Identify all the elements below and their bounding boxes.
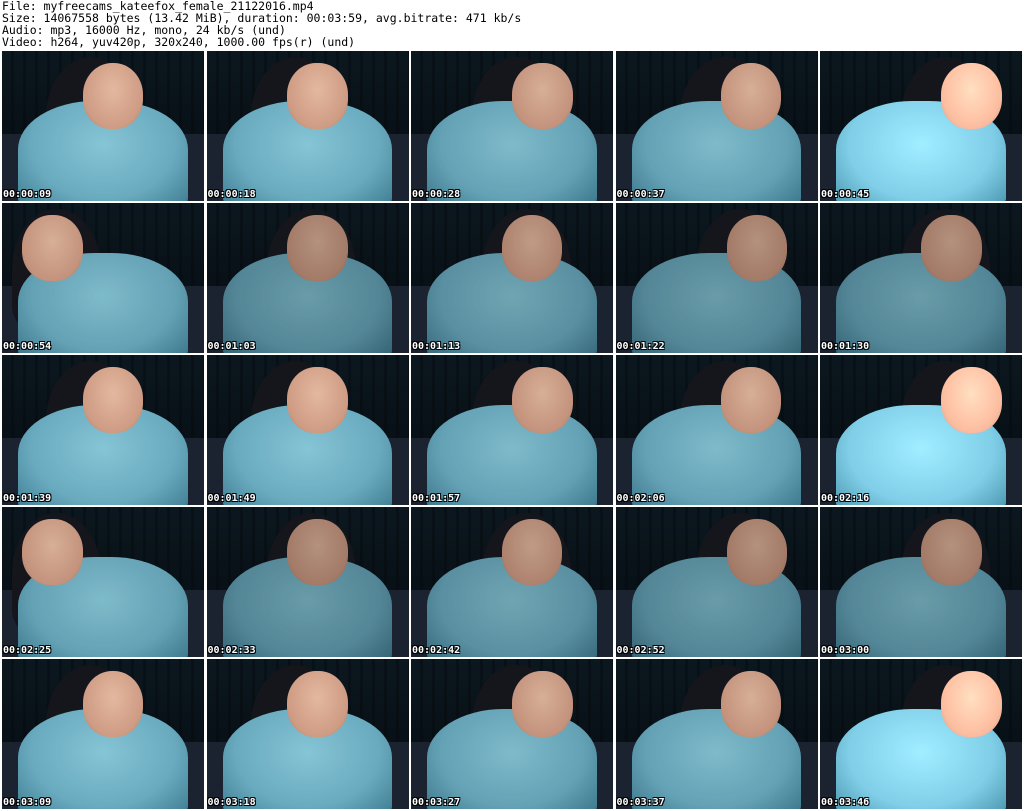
video-thumbnail: 00:02:06 xyxy=(615,355,818,505)
video-thumbnail: 00:02:33 xyxy=(206,507,409,657)
video-thumbnail: 00:00:37 xyxy=(615,51,818,201)
face-shape xyxy=(22,215,83,281)
face-shape xyxy=(82,367,144,433)
sweater-shape xyxy=(427,100,597,201)
face-shape xyxy=(726,519,788,585)
video-thumbnail: 00:03:09 xyxy=(2,659,204,809)
face-shape xyxy=(921,215,982,281)
video-thumbnail: 00:01:22 xyxy=(615,203,818,353)
video-thumbnail: 00:01:57 xyxy=(411,355,613,505)
timestamp-label: 00:02:06 xyxy=(616,493,665,504)
video-thumbnail: 00:00:09 xyxy=(2,51,204,201)
video-thumbnail: 00:02:25 xyxy=(2,507,204,657)
timestamp-label: 00:02:52 xyxy=(616,645,665,656)
timestamp-label: 00:00:18 xyxy=(207,189,256,200)
timestamp-label: 00:01:57 xyxy=(412,493,461,504)
video-thumbnail: 00:03:37 xyxy=(615,659,818,809)
face-shape xyxy=(22,519,83,585)
video-thumbnail: 00:03:00 xyxy=(820,507,1022,657)
face-shape xyxy=(82,671,144,737)
timestamp-label: 00:00:09 xyxy=(3,189,52,200)
face-shape xyxy=(287,671,348,737)
timestamp-label: 00:03:00 xyxy=(821,645,870,656)
face-shape xyxy=(941,367,1002,433)
timestamp-label: 00:01:13 xyxy=(412,341,461,352)
video-thumbnail: 00:01:49 xyxy=(206,355,409,505)
timestamp-label: 00:02:25 xyxy=(3,645,52,656)
face-shape xyxy=(287,519,348,585)
timestamp-label: 00:01:39 xyxy=(3,493,52,504)
sweater-shape xyxy=(836,252,1006,353)
face-shape xyxy=(720,671,782,737)
video-thumbnail: 00:01:13 xyxy=(411,203,613,353)
timestamp-label: 00:03:18 xyxy=(207,797,256,808)
timestamp-label: 00:01:30 xyxy=(821,341,870,352)
timestamp-label: 00:00:28 xyxy=(412,189,461,200)
face-shape xyxy=(726,215,788,281)
video-thumbnail: 00:03:46 xyxy=(820,659,1022,809)
face-shape xyxy=(501,519,563,585)
face-shape xyxy=(512,63,573,129)
face-shape xyxy=(941,671,1002,737)
video-thumbnail: 00:00:18 xyxy=(206,51,409,201)
face-shape xyxy=(720,367,782,433)
face-shape xyxy=(512,671,573,737)
face-shape xyxy=(287,63,348,129)
video-thumbnail: 00:00:28 xyxy=(411,51,613,201)
face-shape xyxy=(921,519,982,585)
video-info-line: Video: h264, yuv420p, 320x240, 1000.00 f… xyxy=(2,35,356,49)
video-thumbnail: 00:01:39 xyxy=(2,355,204,505)
video-thumbnail: 00:00:54 xyxy=(2,203,204,353)
video-thumbnail: 00:01:30 xyxy=(820,203,1022,353)
face-shape xyxy=(720,63,782,129)
timestamp-label: 00:03:46 xyxy=(821,797,870,808)
video-thumbnail: 00:02:52 xyxy=(615,507,818,657)
face-shape xyxy=(941,63,1002,129)
timestamp-label: 00:00:45 xyxy=(821,189,870,200)
face-shape xyxy=(287,367,348,433)
face-shape xyxy=(512,367,573,433)
timestamp-label: 00:01:49 xyxy=(207,493,256,504)
face-shape xyxy=(501,215,563,281)
thumbnail-grid: 00:00:09 00:00:18 00:00:28 00:00:37 00:00:45… xyxy=(2,51,1022,811)
timestamp-label: 00:03:27 xyxy=(412,797,461,808)
video-thumbnail: 00:01:03 xyxy=(206,203,409,353)
face-shape xyxy=(82,63,144,129)
timestamp-label: 00:02:33 xyxy=(207,645,256,656)
face-shape xyxy=(287,215,348,281)
video-thumbnail: 00:03:18 xyxy=(206,659,409,809)
timestamp-label: 00:01:03 xyxy=(207,341,256,352)
timestamp-label: 00:00:54 xyxy=(3,341,52,352)
sweater-shape xyxy=(427,708,597,809)
video-thumbnail: 00:02:16 xyxy=(820,355,1022,505)
file-info-header: File: myfreecams_kateefox_female_2112201… xyxy=(2,0,1022,50)
timestamp-label: 00:00:37 xyxy=(616,189,665,200)
timestamp-label: 00:01:22 xyxy=(616,341,665,352)
sweater-shape xyxy=(836,556,1006,657)
timestamp-label: 00:03:37 xyxy=(616,797,665,808)
sweater-shape xyxy=(427,404,597,505)
timestamp-label: 00:02:16 xyxy=(821,493,870,504)
video-thumbnail: 00:02:42 xyxy=(411,507,613,657)
video-thumbnail: 00:00:45 xyxy=(820,51,1022,201)
timestamp-label: 00:02:42 xyxy=(412,645,461,656)
video-thumbnail: 00:03:27 xyxy=(411,659,613,809)
timestamp-label: 00:03:09 xyxy=(3,797,52,808)
